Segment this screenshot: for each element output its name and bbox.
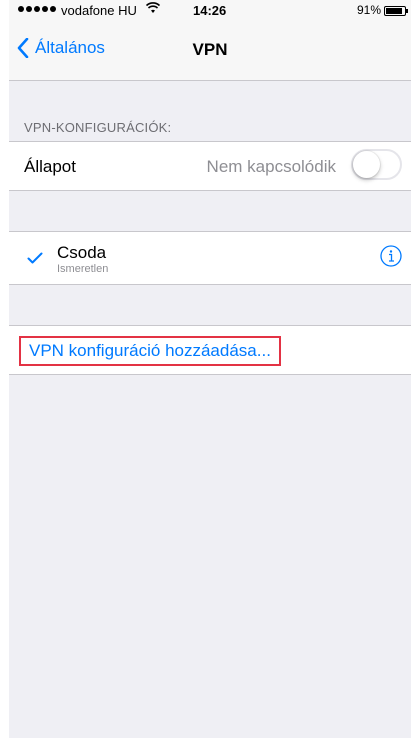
- add-vpn-configuration-button[interactable]: VPN konfiguráció hozzáadása...: [19, 336, 281, 366]
- checkmark-icon: [27, 252, 43, 264]
- top-bar: vodafone HU 14:26 91% Általános VPN: [9, 0, 411, 81]
- wifi-icon: [145, 1, 161, 17]
- battery-icon: [384, 6, 408, 16]
- signal-dots-icon: [18, 6, 56, 12]
- carrier-name: vodafone HU: [61, 3, 137, 18]
- vpn-config-subtitle: Ismeretlen: [57, 263, 109, 275]
- info-icon[interactable]: [380, 245, 402, 267]
- vpn-toggle[interactable]: [351, 149, 402, 180]
- vpn-config-name: Csoda: [57, 243, 107, 262]
- status-time: 14:26: [193, 3, 227, 18]
- section-header: VPN-KONFIGURÁCIÓK:: [24, 120, 172, 135]
- battery-percentage: 91%: [357, 3, 382, 17]
- status-bar: vodafone HU 14:26 91%: [9, 0, 411, 22]
- vpn-config-row[interactable]: Csoda Ismeretlen: [9, 231, 411, 285]
- page-title: VPN: [192, 40, 228, 59]
- status-value: Nem kapcsolódik: [206, 157, 336, 176]
- phone-screen: vodafone HU 14:26 91% Általános VPN VPN-…: [9, 0, 411, 738]
- toggle-knob: [353, 151, 380, 178]
- navigation-bar: Általános VPN: [9, 22, 411, 80]
- status-row: Állapot Nem kapcsolódik: [9, 141, 411, 191]
- status-label: Állapot: [24, 157, 76, 176]
- add-vpn-row[interactable]: VPN konfiguráció hozzáadása...: [9, 325, 411, 375]
